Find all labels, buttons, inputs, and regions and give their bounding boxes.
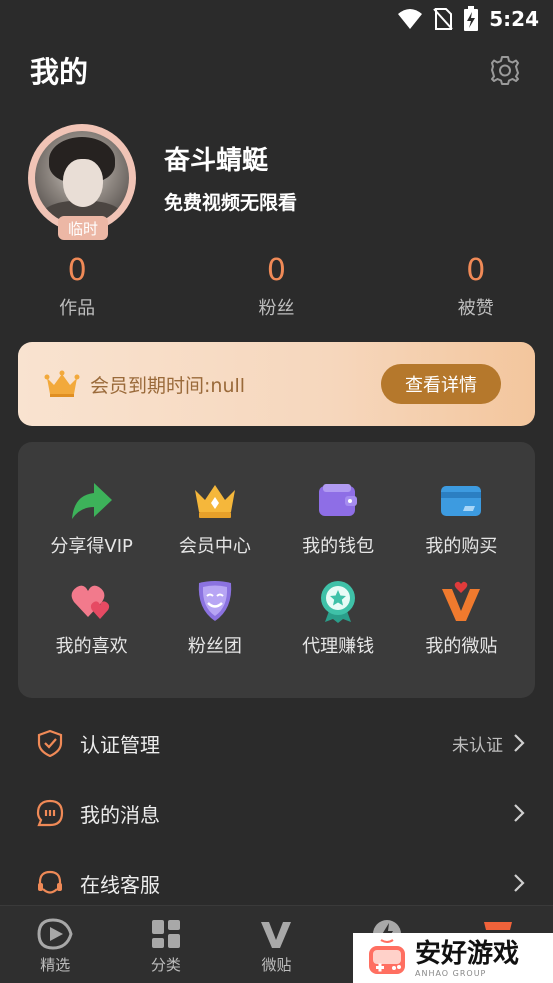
grid-item-likes[interactable]: 我的喜欢	[30, 578, 153, 678]
gear-icon	[491, 56, 519, 85]
grid-label: 我的微贴	[425, 636, 498, 657]
menu-label: 我的消息	[80, 802, 160, 827]
stat-value: 0	[466, 253, 486, 288]
stat-works[interactable]: 0 作品	[0, 254, 184, 324]
stat-value: 0	[266, 253, 287, 288]
watermark: 安好游戏 ANHAO GROUP	[353, 933, 553, 983]
no-sim-icon	[433, 8, 453, 30]
watermark-text: 安好游戏	[415, 938, 520, 969]
feature-grid: 分享得VIP 会员中心 我的钱包 我的购买 我的喜欢 粉丝团 代理赚钱 我的微贴	[18, 442, 535, 698]
battery-charging-icon	[464, 6, 479, 31]
profile-section: 临时 奋斗蜻蜓 免费视频无限看	[28, 124, 533, 240]
wallet-icon	[319, 484, 358, 516]
stats-row: 0 作品 0 粉丝 0 被赞	[0, 254, 553, 324]
nav-label: 分类	[150, 956, 181, 974]
vip-card: 会员到期时间:null 查看详情	[18, 342, 535, 426]
watermark-subtext: ANHAO GROUP	[415, 968, 487, 978]
card-icon	[441, 486, 482, 516]
nav-item-featured[interactable]: 精选	[0, 906, 111, 983]
menu-list: 认证管理 未认证 我的消息 在线客服	[0, 708, 553, 918]
grid-item-share-vip[interactable]: 分享得VIP	[30, 478, 153, 578]
headset-icon	[38, 870, 62, 894]
verification-status: 未认证	[452, 735, 503, 756]
menu-label: 认证管理	[80, 732, 160, 757]
page-title: 我的	[30, 55, 89, 89]
play-icon	[37, 918, 73, 950]
stat-label: 作品	[59, 298, 96, 319]
gamepad-logo-icon	[369, 939, 405, 974]
grid-item-purchases[interactable]: 我的购买	[400, 478, 523, 578]
grid-item-member-center[interactable]: 会员中心	[153, 478, 276, 578]
crown-icon	[194, 485, 235, 518]
grid-item-wallet[interactable]: 我的钱包	[277, 478, 400, 578]
avatar-image	[35, 131, 129, 225]
chevron-right-icon	[514, 874, 525, 892]
grid-item-agent-earn[interactable]: 代理赚钱	[277, 578, 400, 678]
grid-label: 代理赚钱	[302, 636, 375, 657]
stat-label: 粉丝	[258, 298, 295, 319]
grid-label: 粉丝团	[187, 636, 242, 657]
menu-item-verification[interactable]: 认证管理 未认证	[0, 708, 553, 778]
clock: 5:24	[489, 7, 539, 31]
stat-value: 0	[67, 253, 87, 288]
vip-details-button[interactable]: 查看详情	[381, 364, 501, 404]
vip-expiry-text: 会员到期时间:null	[90, 374, 246, 397]
settings-button[interactable]	[487, 52, 523, 88]
grid-label: 分享得VIP	[50, 536, 133, 557]
nav-item-posts[interactable]: 微贴	[221, 906, 332, 983]
mask-icon	[198, 581, 232, 621]
v-heart-icon	[442, 581, 481, 621]
medal-icon	[321, 581, 356, 623]
nav-item-categories[interactable]: 分类	[111, 906, 222, 983]
header: 我的	[30, 48, 523, 92]
grid-icon	[151, 920, 180, 948]
username: 奋斗蜻蜓	[164, 146, 269, 176]
v-icon	[261, 920, 292, 948]
slogan: 免费视频无限看	[164, 192, 298, 214]
grid-label: 我的购买	[425, 536, 498, 557]
message-icon	[36, 799, 64, 827]
grid-label: 我的钱包	[302, 536, 375, 557]
stat-label: 被赞	[457, 298, 494, 319]
nav-label: 微贴	[261, 956, 292, 974]
chevron-right-icon	[514, 804, 525, 822]
stat-likes[interactable]: 0 被赞	[369, 254, 553, 324]
menu-label: 在线客服	[80, 872, 160, 897]
share-arrow-icon	[71, 483, 112, 519]
shield-check-icon	[37, 729, 63, 757]
stat-fans[interactable]: 0 粉丝	[184, 254, 368, 324]
grid-label: 我的喜欢	[55, 636, 128, 657]
grid-item-my-posts[interactable]: 我的微贴	[400, 578, 523, 678]
wifi-icon	[398, 9, 423, 29]
temp-badge: 临时	[58, 216, 108, 240]
grid-item-fan-club[interactable]: 粉丝团	[153, 578, 276, 678]
chevron-right-icon	[514, 734, 525, 752]
status-bar: 5:24	[0, 0, 553, 38]
hearts-icon	[71, 585, 109, 619]
grid-label: 会员中心	[178, 536, 251, 557]
crown-icon	[44, 370, 80, 397]
menu-item-messages[interactable]: 我的消息	[0, 778, 553, 848]
nav-label: 精选	[40, 956, 71, 974]
